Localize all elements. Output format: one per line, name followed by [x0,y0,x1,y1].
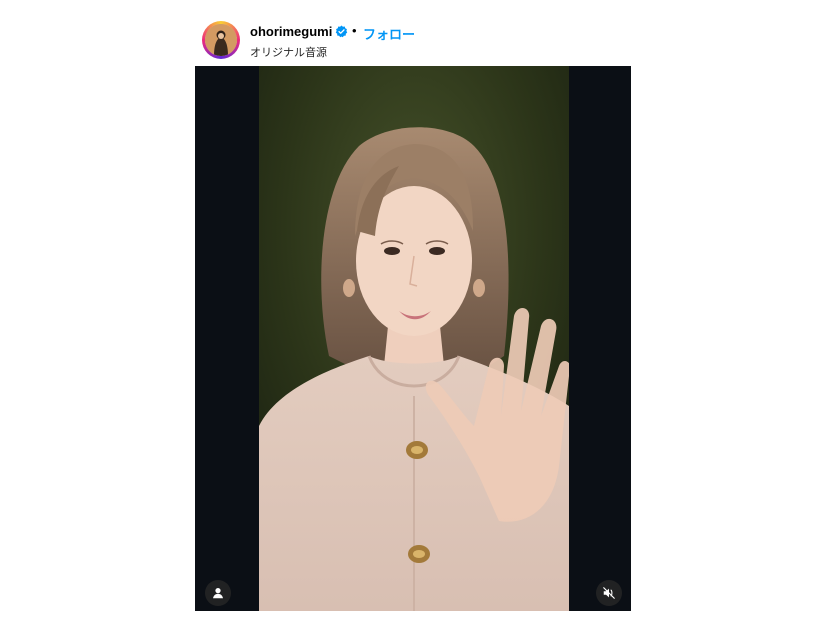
follow-button[interactable]: フォロー [363,24,415,43]
separator-dot: • [352,23,357,38]
user-tags-button[interactable] [205,580,231,606]
instagram-post: ohorimegumi • フォロー オリジナル音源 [195,0,631,620]
video-player[interactable] [195,66,631,611]
video-frame [259,66,569,611]
avatar-image [205,24,237,56]
username-link[interactable]: ohorimegumi [250,24,332,39]
speaker-muted-icon [603,587,615,599]
post-header: ohorimegumi • フォロー オリジナル音源 [195,0,631,66]
original-audio-link[interactable]: オリジナル音源 [250,44,327,60]
profile-avatar[interactable] [202,21,240,59]
mute-toggle-button[interactable] [596,580,622,606]
verified-badge-icon [335,25,348,38]
person-icon [213,588,223,599]
